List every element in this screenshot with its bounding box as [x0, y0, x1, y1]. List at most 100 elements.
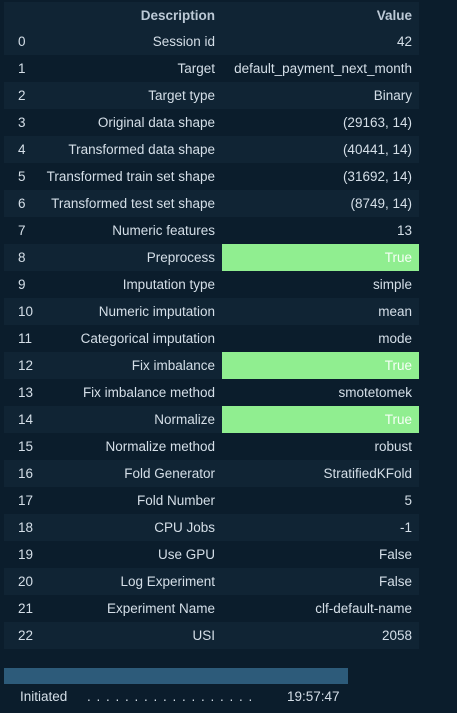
row-index: 3 [4, 109, 34, 136]
row-index: 22 [4, 622, 34, 649]
row-index: 10 [4, 298, 34, 325]
row-value-highlighted: True [222, 352, 419, 379]
row-description: USI [34, 622, 222, 649]
row-value: 13 [222, 217, 419, 244]
row-value: Binary [222, 82, 419, 109]
row-index: 4 [4, 136, 34, 163]
row-description: Log Experiment [34, 568, 222, 595]
row-value: (40441, 14) [222, 136, 419, 163]
table-row: 19 Use GPU False [4, 541, 419, 568]
row-description: Normalize [34, 406, 222, 433]
status-dots: . . . . . . . . . . . . . . . . . . [87, 689, 254, 704]
table-row: 5 Transformed train set shape (31692, 14) [4, 163, 419, 190]
table-row: 11 Categorical imputation mode [4, 325, 419, 352]
table-row: 1 Target default_payment_next_month [4, 55, 419, 82]
row-value: default_payment_next_month [222, 55, 419, 82]
table-row: 18 CPU Jobs -1 [4, 514, 419, 541]
row-value: robust [222, 433, 419, 460]
row-index: 9 [4, 271, 34, 298]
row-index: 5 [4, 163, 34, 190]
row-index: 21 [4, 595, 34, 622]
row-value: mode [222, 325, 419, 352]
row-description: Fix imbalance [34, 352, 222, 379]
row-description: Original data shape [34, 109, 222, 136]
row-value: False [222, 568, 419, 595]
setup-summary-table: Description Value 0 Session id 42 1 Target de… [4, 2, 419, 649]
row-value: 42 [222, 28, 419, 55]
table-row: 14 Normalize True [4, 406, 419, 433]
notebook-output: Description Value 0 Session id 42 1 Target de… [0, 0, 457, 713]
table-row: 22 USI 2058 [4, 622, 419, 649]
table-row: 6 Transformed test set shape (8749, 14) [4, 190, 419, 217]
row-description: Transformed test set shape [34, 190, 222, 217]
row-description: Numeric features [34, 217, 222, 244]
row-value: StratifiedKFold [222, 460, 419, 487]
row-index: 6 [4, 190, 34, 217]
status-label: Initiated [20, 689, 68, 704]
row-description: CPU Jobs [34, 514, 222, 541]
row-index: 12 [4, 352, 34, 379]
row-description: Normalize method [34, 433, 222, 460]
header-description[interactable]: Description [34, 2, 222, 28]
row-index: 19 [4, 541, 34, 568]
row-description: Target [34, 55, 222, 82]
row-index: 7 [4, 217, 34, 244]
row-description: Use GPU [34, 541, 222, 568]
row-description: Imputation type [34, 271, 222, 298]
status-time: 19:57:47 [287, 689, 340, 704]
status-row: Initiated . . . . . . . . . . . . . . . … [4, 686, 419, 710]
row-description: Numeric imputation [34, 298, 222, 325]
row-description: Fix imbalance method [34, 379, 222, 406]
row-value: smotetomek [222, 379, 419, 406]
table-row: 17 Fold Number 5 [4, 487, 419, 514]
row-index: 0 [4, 28, 34, 55]
table-row: 10 Numeric imputation mean [4, 298, 419, 325]
row-index: 15 [4, 433, 34, 460]
table-row: 21 Experiment Name clf-default-name [4, 595, 419, 622]
table-row: 15 Normalize method robust [4, 433, 419, 460]
row-index: 8 [4, 244, 34, 271]
row-value: 2058 [222, 622, 419, 649]
table-header-row: Description Value [4, 2, 419, 28]
row-index: 2 [4, 82, 34, 109]
table-body: 0 Session id 42 1 Target default_payment_next… [4, 28, 419, 649]
row-index: 14 [4, 406, 34, 433]
row-index: 20 [4, 568, 34, 595]
table-row: 13 Fix imbalance method smotetomek [4, 379, 419, 406]
table-row: 8 Preprocess True [4, 244, 419, 271]
row-description: Fold Generator [34, 460, 222, 487]
row-value: (8749, 14) [222, 190, 419, 217]
row-value: (29163, 14) [222, 109, 419, 136]
row-index: 16 [4, 460, 34, 487]
row-description: Preprocess [34, 244, 222, 271]
row-description: Target type [34, 82, 222, 109]
table-row: 12 Fix imbalance True [4, 352, 419, 379]
progress-bar [4, 668, 348, 684]
header-value[interactable]: Value [222, 2, 419, 28]
row-value: -1 [222, 514, 419, 541]
row-value-highlighted: True [222, 244, 419, 271]
row-index: 1 [4, 55, 34, 82]
row-description: Fold Number [34, 487, 222, 514]
row-index: 11 [4, 325, 34, 352]
row-description: Experiment Name [34, 595, 222, 622]
row-description: Transformed train set shape [34, 163, 222, 190]
table-row: 9 Imputation type simple [4, 271, 419, 298]
row-value: (31692, 14) [222, 163, 419, 190]
row-value: simple [222, 271, 419, 298]
row-value: mean [222, 298, 419, 325]
row-value: False [222, 541, 419, 568]
row-description: Session id [34, 28, 222, 55]
table-row: 20 Log Experiment False [4, 568, 419, 595]
progress-fill [4, 668, 348, 684]
row-index: 17 [4, 487, 34, 514]
row-value: 5 [222, 487, 419, 514]
row-index: 18 [4, 514, 34, 541]
row-index: 13 [4, 379, 34, 406]
row-value-highlighted: True [222, 406, 419, 433]
table-row: 3 Original data shape (29163, 14) [4, 109, 419, 136]
table-row: 7 Numeric features 13 [4, 217, 419, 244]
table-row: 16 Fold Generator StratifiedKFold [4, 460, 419, 487]
table-row: 0 Session id 42 [4, 28, 419, 55]
table-row: 2 Target type Binary [4, 82, 419, 109]
